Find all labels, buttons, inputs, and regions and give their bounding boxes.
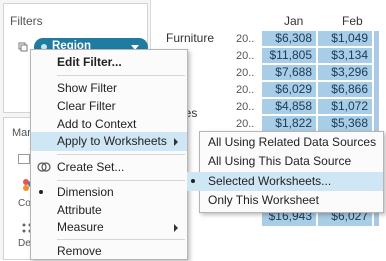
table-cell[interactable]: $6,027 — [318, 213, 372, 226]
menu-separator — [57, 180, 185, 181]
menu-item-label: Show Filter — [57, 81, 118, 95]
category-label: Furniture — [166, 31, 215, 45]
selected-bullet-icon — [191, 179, 195, 183]
set-icon — [37, 162, 51, 172]
menu-separator — [57, 154, 185, 155]
selected-bullet-icon — [39, 190, 43, 194]
submenu-item-selected-worksheets[interactable]: Selected Worksheets... — [187, 172, 383, 191]
month-header-jan: Jan — [284, 14, 304, 28]
year-label: 20.. — [236, 118, 255, 130]
year-label: 20.. — [236, 67, 255, 79]
month-header-feb: Feb — [342, 14, 363, 28]
submenu-arrow-icon — [174, 224, 178, 232]
table-cell[interactable]: $3,296 — [318, 65, 372, 80]
table-cell[interactable]: $3,134 — [318, 48, 372, 63]
marks-title: Mar — [12, 127, 31, 139]
apply-to-worksheets-submenu: All Using Related Data Sources All Using… — [187, 131, 384, 213]
menu-item-show-filter[interactable]: Show Filter — [31, 79, 187, 98]
filter-pill-icon — [18, 42, 28, 52]
menu-item-apply-to-worksheets[interactable]: Apply to Worksheets — [31, 132, 187, 151]
table-cell[interactable]: $1,072 — [318, 99, 372, 114]
detail-shelf-label: De — [18, 238, 31, 249]
menu-item-label: Create Set... — [57, 160, 125, 174]
color-shelf-label: Co — [18, 198, 31, 209]
submenu-item-label: Selected Worksheets... — [208, 174, 332, 188]
table-cell[interactable]: $7,688 — [262, 65, 316, 80]
submenu-item-only-this[interactable]: Only This Worksheet — [200, 191, 383, 210]
menu-item-label: Dimension — [57, 185, 114, 199]
submenu-arrow-icon — [174, 138, 178, 146]
scrollbar-strip[interactable] — [374, 213, 379, 226]
year-label: 20.. — [236, 101, 255, 113]
year-label: 20.. — [236, 50, 255, 62]
table-cell[interactable]: $6,029 — [262, 82, 316, 97]
menu-item-measure[interactable]: Measure — [31, 218, 187, 237]
year-label: 20.. — [236, 84, 255, 96]
menu-item-label: Add to Context — [57, 117, 137, 131]
menu-item-remove[interactable]: Remove — [31, 242, 187, 261]
table-cell[interactable]: $1,049 — [318, 31, 372, 46]
menu-item-label: Edit Filter... — [57, 55, 122, 69]
year-label: 20.. — [236, 33, 255, 45]
table-cell[interactable]: $6,866 — [318, 82, 372, 97]
menu-item-label: Attribute — [57, 203, 102, 217]
menu-item-create-set[interactable]: Create Set... — [31, 158, 187, 177]
table-cell[interactable]: $11,805 — [262, 48, 316, 63]
menu-separator — [57, 239, 185, 240]
menu-item-label: Apply to Worksheets — [57, 134, 167, 148]
menu-item-label: Remove — [57, 244, 102, 258]
menu-item-edit-filter[interactable]: Edit Filter... — [31, 53, 187, 72]
submenu-item-all-related[interactable]: All Using Related Data Sources — [200, 133, 383, 152]
filter-context-menu: Edit Filter... Show Filter Clear Filter … — [30, 49, 188, 260]
mark-type-dropdown[interactable] — [18, 154, 30, 164]
menu-item-label: Clear Filter — [57, 99, 116, 113]
menu-item-dimension[interactable]: Dimension — [31, 183, 187, 202]
submenu-item-label: All Using Related Data Sources — [208, 135, 377, 149]
submenu-item-all-this-source[interactable]: All Using This Data Source — [200, 152, 383, 171]
menu-separator — [57, 75, 185, 76]
submenu-item-label: All Using This Data Source — [208, 154, 352, 168]
menu-item-clear-filter[interactable]: Clear Filter — [31, 97, 187, 116]
filters-title: Filters — [10, 14, 43, 28]
table-cell[interactable]: $4,858 — [262, 99, 316, 114]
table-cell[interactable]: $6,308 — [262, 31, 316, 46]
scrollbar-strip[interactable] — [374, 31, 379, 134]
table-cell[interactable]: $16,943 — [262, 213, 316, 226]
submenu-item-label: Only This Worksheet — [208, 193, 319, 207]
menu-item-label: Measure — [57, 220, 104, 234]
